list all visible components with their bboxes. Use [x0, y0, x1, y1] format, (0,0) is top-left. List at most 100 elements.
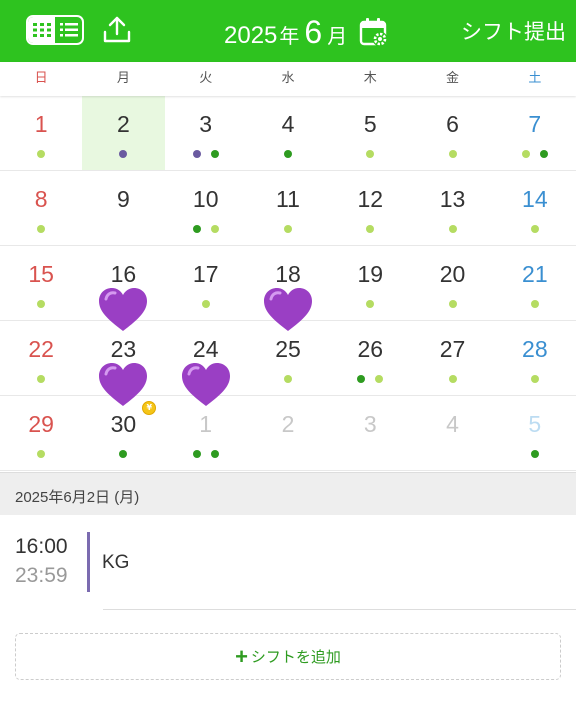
calendar-day[interactable]: 29: [0, 396, 82, 470]
event-start-time: 16:00: [15, 535, 68, 558]
weekday-label: 金: [446, 71, 460, 86]
shift-dot: [192, 225, 201, 233]
shift-dots: [0, 450, 82, 459]
calendar-day[interactable]: 21: [494, 246, 576, 320]
shift-dot: [530, 300, 539, 308]
heart-icon: [263, 288, 312, 331]
shift-dot: [210, 450, 219, 458]
day-number: 20: [439, 261, 466, 287]
divider: [103, 609, 576, 610]
day-number: 4: [446, 411, 459, 437]
event-end-time: 23:59: [15, 564, 68, 587]
shift-dot: [530, 450, 539, 458]
day-number: 15: [28, 261, 54, 287]
calendar-day[interactable]: 3: [329, 396, 411, 470]
selected-date-bar: 2025年6月2日 (月): [0, 472, 576, 515]
calendar-day[interactable]: 11: [247, 171, 329, 245]
month-unit: 月: [327, 26, 348, 48]
calendar-day[interactable]: 26: [329, 321, 411, 395]
calendar-week-row: 15 16 17 18 19 20 21: [0, 246, 576, 331]
shift-dots: [411, 300, 493, 309]
grid-view-icon[interactable]: [28, 17, 55, 43]
shift-dot: [119, 450, 128, 458]
weekday-label: 日: [34, 71, 48, 86]
list-view-icon[interactable]: [55, 17, 82, 43]
calendar-day[interactable]: 15: [0, 246, 82, 320]
add-shift-button[interactable]: + シフトを追加: [15, 633, 561, 680]
calendar-day[interactable]: 28: [494, 321, 576, 395]
event-item[interactable]: 16:00 23:59 KG: [0, 515, 576, 611]
day-number: 25: [275, 336, 301, 362]
calendar-day[interactable]: 6: [411, 96, 493, 170]
day-number: 3: [199, 111, 213, 137]
calendar-day[interactable]: 17: [165, 246, 247, 320]
calendar-day[interactable]: 14: [494, 171, 576, 245]
calendar-day[interactable]: 20: [411, 246, 493, 320]
shift-dots: [494, 150, 576, 159]
calendar-day[interactable]: 19: [329, 246, 411, 320]
add-shift-label: シフトを追加: [250, 649, 341, 666]
calendar-day[interactable]: 3: [165, 96, 247, 170]
day-number: 27: [439, 336, 466, 362]
month-text: 6: [304, 14, 323, 50]
shift-dot: [521, 150, 530, 158]
shift-dots: [0, 300, 82, 309]
calendar-day[interactable]: 7: [494, 96, 576, 170]
calendar-day[interactable]: 27: [411, 321, 493, 395]
weekday-label: 水: [281, 71, 295, 86]
shift-dots: [165, 450, 247, 459]
day-number: 22: [28, 336, 54, 362]
shift-dots: [494, 450, 576, 459]
shift-dots: [329, 375, 411, 384]
calendar-day[interactable]: 18: [247, 246, 329, 331]
weekday-label: 木: [363, 71, 377, 86]
shift-dots: [0, 150, 82, 159]
plus-icon: +: [235, 643, 248, 669]
calendar-day[interactable]: 13: [411, 171, 493, 245]
calendar-day[interactable]: 5: [494, 396, 576, 470]
day-number: 14: [522, 186, 548, 212]
shift-dots: [247, 225, 329, 234]
day-number: 13: [439, 186, 466, 212]
calendar-settings-icon[interactable]: [358, 16, 390, 48]
calendar-day[interactable]: 4: [247, 96, 329, 170]
shift-dot: [37, 150, 46, 158]
submit-shift-button[interactable]: シフト提出: [461, 16, 566, 46]
calendar-day[interactable]: 24: [165, 321, 247, 406]
shift-dots: [494, 225, 576, 234]
day-number: 1: [199, 411, 213, 437]
day-number: 9: [117, 186, 130, 212]
calendar-day[interactable]: 2: [247, 396, 329, 470]
calendar-week-row: 1 2 3 4 5 6 7: [0, 96, 576, 171]
calendar-day[interactable]: 16: [82, 246, 164, 331]
calendar-day[interactable]: 5: [329, 96, 411, 170]
calendar-day-selected[interactable]: 2: [82, 96, 165, 170]
view-toggle[interactable]: [26, 15, 84, 45]
shift-dots: [82, 450, 164, 459]
calendar-day[interactable]: 1: [0, 96, 82, 170]
calendar-day[interactable]: 10: [165, 171, 247, 245]
calendar-day[interactable]: 22: [0, 321, 82, 395]
shift-dot: [210, 150, 219, 158]
calendar-day[interactable]: 4: [411, 396, 493, 470]
day-number: 5: [363, 111, 377, 137]
day-number: 28: [522, 336, 548, 362]
weekday-label: 月: [116, 71, 130, 86]
shift-dot: [539, 150, 548, 158]
shift-dot: [283, 150, 292, 158]
day-number: 8: [34, 186, 48, 212]
upload-icon[interactable]: [100, 13, 134, 47]
shift-dots: [0, 375, 82, 384]
shift-dots: [411, 375, 493, 384]
day-number: 2: [117, 111, 130, 137]
shift-dot: [530, 375, 539, 383]
day-number: 5: [528, 411, 542, 437]
calendar-day[interactable]: 9: [82, 171, 164, 245]
shift-dots: [494, 300, 576, 309]
selected-date-label: 2025年6月2日 (月): [15, 489, 140, 506]
day-number: 3: [363, 411, 377, 437]
calendar-day[interactable]: 12: [329, 171, 411, 245]
calendar-week-row: 29 30 ¥1 2 3 4 5: [0, 396, 576, 471]
calendar-day[interactable]: 8: [0, 171, 82, 245]
day-number: 23: [110, 336, 137, 362]
